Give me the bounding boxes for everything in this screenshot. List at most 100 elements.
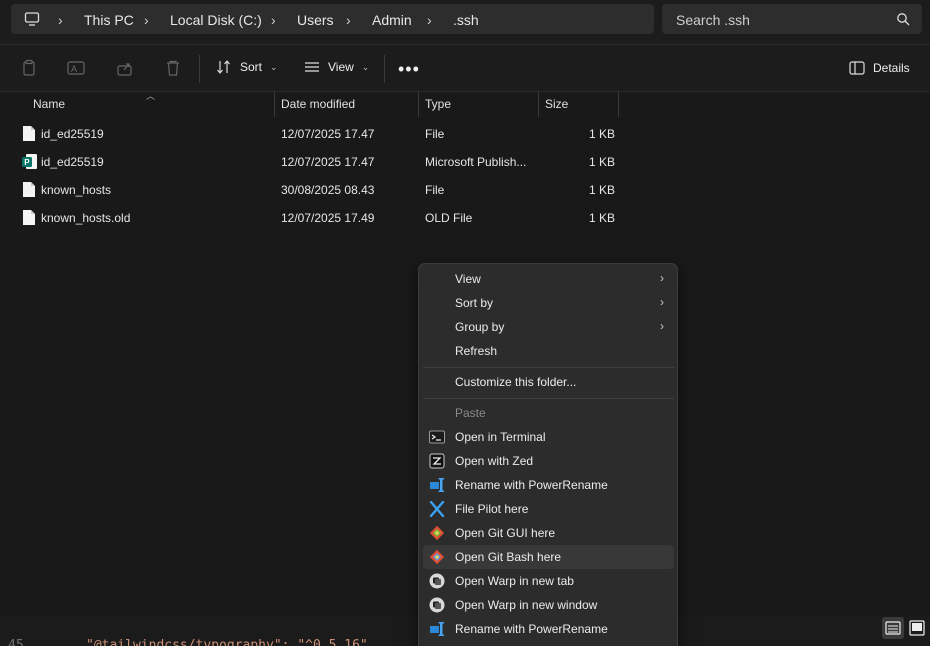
git-bash-icon <box>429 549 445 565</box>
breadcrumb-users[interactable]: Users <box>297 12 334 28</box>
menu-item-label: Group by <box>455 320 505 334</box>
menu-item-label: Refresh <box>455 344 498 358</box>
file-name: id_ed25519 <box>41 155 104 169</box>
menu-item-label: View <box>455 272 481 286</box>
menu-item-label: Rename with PowerRename <box>455 478 608 492</box>
menu-item-git-gui[interactable]: Open Git GUI here <box>423 521 674 545</box>
rename-icon[interactable]: A <box>67 59 85 77</box>
menu-item-label: Open in Terminal <box>455 430 546 444</box>
column-divider[interactable] <box>418 92 419 117</box>
view-button[interactable]: View ⌄ <box>304 59 369 75</box>
generic-file-icon <box>23 210 35 225</box>
menu-separator <box>423 367 674 368</box>
search-box[interactable]: Search .ssh <box>662 4 922 34</box>
context-menu: View › Sort by › Group by › Refresh Cust… <box>418 263 678 646</box>
sort-button[interactable]: Sort ⌄ <box>216 59 278 75</box>
zed-icon <box>429 453 445 469</box>
more-options-button[interactable]: ••• <box>398 59 420 80</box>
menu-item-open-zed[interactable]: Open with Zed <box>423 449 674 473</box>
breadcrumb-admin[interactable]: Admin <box>372 12 412 28</box>
file-date: 12/07/2025 17.47 <box>281 127 375 141</box>
chevron-right-icon[interactable]: › <box>144 12 149 28</box>
menu-item-group-by[interactable]: Group by › <box>423 315 674 339</box>
menu-item-warp-tab[interactable]: Open Warp in new tab <box>423 569 674 593</box>
menu-item-git-bash[interactable]: Open Git Bash here <box>423 545 674 569</box>
table-row[interactable]: P id_ed25519 12/07/2025 17.47 Microsoft … <box>0 148 620 176</box>
powerrename-icon <box>430 478 444 492</box>
file-name: id_ed25519 <box>41 127 104 141</box>
column-divider[interactable] <box>538 92 539 117</box>
breadcrumb-ssh[interactable]: .ssh <box>453 12 479 28</box>
menu-item-label: Open Warp in new window <box>455 598 598 612</box>
file-type: Microsoft Publish... <box>425 155 527 169</box>
chevron-right-icon: › <box>660 319 664 333</box>
menu-item-file-pilot[interactable]: File Pilot here <box>423 497 674 521</box>
chevron-down-icon: ⌄ <box>270 61 278 72</box>
file-type: File <box>425 127 445 141</box>
powerrename-icon <box>430 622 444 636</box>
menu-item-label: Open Warp in new tab <box>455 574 574 588</box>
editor-code-line: "@tailwindcss/typography": "^0.5.16" <box>86 638 368 646</box>
file-pilot-icon <box>429 501 445 517</box>
menu-item-rename-powerrename[interactable]: Rename with PowerRename <box>423 473 674 497</box>
file-size: 1 KB <box>589 183 616 197</box>
toolbar-divider <box>384 55 385 83</box>
menu-item-paste[interactable]: Paste <box>423 401 674 425</box>
chevron-down-icon: ⌄ <box>361 61 370 72</box>
chevron-right-icon: › <box>660 271 664 285</box>
file-size: 1 KB <box>589 155 616 169</box>
column-header-type[interactable]: Type <box>425 97 451 111</box>
table-row[interactable]: known_hosts 30/08/2025 08.43 File 1 KB <box>0 176 620 204</box>
file-type: OLD File <box>425 211 473 225</box>
menu-item-label: File Pilot here <box>455 502 529 516</box>
details-label: Details <box>873 61 910 75</box>
menu-item-view[interactable]: View › <box>423 267 674 291</box>
breadcrumb-local-disk[interactable]: Local Disk (C:) <box>170 12 262 28</box>
generic-file-icon <box>23 182 35 197</box>
menu-item-label: Sort by <box>455 296 494 310</box>
menu-item-customize-folder[interactable]: Customize this folder... <box>423 370 674 394</box>
details-view-toggle[interactable] <box>882 617 904 639</box>
menu-item-open-terminal[interactable]: Open in Terminal <box>423 425 674 449</box>
file-date: 12/07/2025 17.49 <box>281 211 375 225</box>
menu-item-label: Open Git Bash here <box>455 550 562 564</box>
column-header-size[interactable]: Size <box>545 97 568 111</box>
warp-icon <box>429 597 445 613</box>
table-row[interactable]: known_hosts.old 12/07/2025 17.49 OLD Fil… <box>0 204 620 232</box>
file-type: File <box>425 183 445 197</box>
menu-item-refresh[interactable]: Refresh <box>423 339 674 363</box>
breadcrumb[interactable]: › This PC › Local Disk (C:) › Users › Ad… <box>11 4 654 34</box>
copy-icon[interactable] <box>20 59 38 77</box>
details-pane-icon <box>849 61 865 75</box>
computer-icon[interactable] <box>24 11 40 27</box>
details-pane-button[interactable]: Details <box>849 61 910 75</box>
menu-item-rename-powerrename-2[interactable]: Rename with PowerRename <box>423 617 674 641</box>
chevron-right-icon[interactable]: › <box>346 12 351 28</box>
details-view-icon <box>885 621 901 635</box>
editor-line-number: 45 <box>8 638 24 646</box>
column-header-name[interactable]: Name <box>33 97 65 111</box>
search-input[interactable]: Search .ssh <box>676 12 750 28</box>
breadcrumb-this-pc[interactable]: This PC <box>84 12 134 28</box>
table-row[interactable]: id_ed25519 12/07/2025 17.47 File 1 KB <box>0 120 620 148</box>
menu-item-sort-by[interactable]: Sort by › <box>423 291 674 315</box>
svg-text:A: A <box>71 64 77 74</box>
chevron-right-icon[interactable]: › <box>271 12 276 28</box>
menu-item-warp-window[interactable]: Open Warp in new window <box>423 593 674 617</box>
menu-item-label: Paste <box>455 406 486 420</box>
share-icon[interactable] <box>116 59 134 77</box>
search-icon[interactable] <box>896 12 910 26</box>
toolbar-divider <box>199 55 200 83</box>
column-divider[interactable] <box>618 92 619 117</box>
file-date: 30/08/2025 08.43 <box>281 183 375 197</box>
tiles-view-toggle[interactable] <box>906 617 928 639</box>
column-divider[interactable] <box>274 92 275 117</box>
chevron-right-icon[interactable]: › <box>427 12 432 28</box>
svg-text:P: P <box>24 158 30 167</box>
menu-item-label: Open with Zed <box>455 454 534 468</box>
sort-ascending-icon: ︿ <box>146 91 156 101</box>
column-header-date[interactable]: Date modified <box>281 97 355 111</box>
sort-icon <box>217 60 230 74</box>
delete-icon[interactable] <box>164 59 182 77</box>
chevron-right-icon[interactable]: › <box>58 12 63 28</box>
